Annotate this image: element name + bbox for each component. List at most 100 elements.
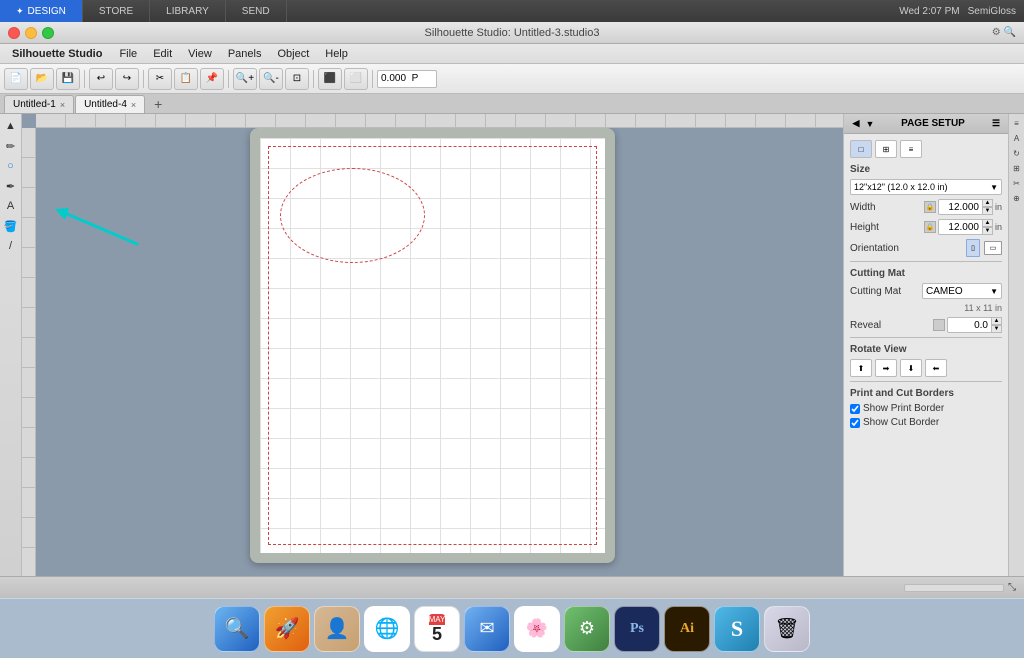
title-bar: Silhouette Studio: Untitled-3.studio3 ⚙ … — [0, 22, 1024, 44]
undo-button[interactable]: ↩ — [89, 68, 113, 90]
panel-toggle-4[interactable]: ⊞ — [1010, 161, 1024, 175]
text-tool[interactable]: A — [2, 197, 20, 215]
portrait-button[interactable]: ▯ — [966, 239, 980, 257]
reveal-decrement-button[interactable]: ▼ — [992, 325, 1002, 333]
width-decrement-button[interactable]: ▼ — [983, 207, 993, 215]
cutting-mat-value: CAMEO — [926, 286, 963, 297]
height-increment-button[interactable]: ▲ — [983, 219, 993, 227]
panel-toggle-5[interactable]: ✂ — [1010, 176, 1024, 190]
reveal-icon — [933, 319, 945, 331]
nav-send-button[interactable]: SEND — [226, 0, 287, 22]
fill-tool[interactable]: 🪣 — [2, 217, 20, 235]
landscape-button[interactable]: ▭ — [984, 241, 1002, 255]
height-label: Height — [850, 222, 924, 233]
dock-contacts-icon[interactable]: 👤 — [314, 606, 360, 652]
zoom-in-button[interactable]: 🔍+ — [233, 68, 257, 90]
paste-button[interactable]: 📌 — [200, 68, 224, 90]
coordinate-input[interactable] — [377, 70, 437, 88]
panel-toggle-1[interactable]: ≡ — [1010, 116, 1024, 130]
ellipse-shape[interactable] — [280, 168, 425, 263]
panel-toggle-2[interactable]: A — [1010, 131, 1024, 145]
pencil-tool[interactable]: ✒ — [2, 177, 20, 195]
dock-silhouette-icon[interactable]: ⚙ — [564, 606, 610, 652]
nav-send-label: SEND — [242, 6, 270, 17]
cutting-mat-dropdown[interactable]: CAMEO ▼ — [922, 283, 1002, 299]
dock-mail-icon[interactable]: ✉ — [464, 606, 510, 652]
tab-untitled-1[interactable]: Untitled-1 × — [4, 95, 74, 113]
nav-design-button[interactable]: ✦ DESIGN — [0, 0, 83, 22]
dock-launchpad-icon[interactable]: 🚀 — [264, 606, 310, 652]
dock-chrome-icon[interactable]: 🌐 — [364, 606, 410, 652]
dock-calendar-icon[interactable]: MAY 5 — [414, 606, 460, 652]
draw-tool[interactable]: ✏ — [2, 137, 20, 155]
dock-silhouette2-icon[interactable]: S — [714, 606, 760, 652]
menu-object[interactable]: Object — [270, 46, 316, 62]
width-input[interactable] — [938, 199, 983, 215]
size-dropdown[interactable]: 12"x12" (12.0 x 12.0 in) ▼ — [850, 179, 1002, 195]
silhouette-symbol: ⚙ — [579, 618, 595, 639]
tab-untitled-4[interactable]: Untitled-4 × — [75, 95, 145, 113]
panel-title: PAGE SETUP — [901, 118, 965, 129]
copy-button[interactable]: 📋 — [174, 68, 198, 90]
redo-button[interactable]: ↪ — [115, 68, 139, 90]
group-button[interactable]: ⬜ — [344, 68, 368, 90]
ellipse-tool[interactable]: ○ — [2, 157, 20, 175]
menu-view[interactable]: View — [181, 46, 219, 62]
minimize-button[interactable] — [25, 27, 37, 39]
save-button[interactable]: 💾 — [56, 68, 80, 90]
align-button[interactable]: ⬛ — [318, 68, 342, 90]
panel-menu-button[interactable]: ☰ — [990, 118, 1002, 130]
width-lock-icon[interactable]: 🔒 — [924, 201, 936, 213]
close-button[interactable] — [8, 27, 20, 39]
nav-store-button[interactable]: STORE — [83, 0, 150, 22]
height-input[interactable] — [938, 219, 983, 235]
width-increment-button[interactable]: ▲ — [983, 199, 993, 207]
dock-trash-icon[interactable]: 🗑 — [764, 606, 810, 652]
menu-edit[interactable]: Edit — [146, 46, 179, 62]
rotate-90-button[interactable]: ➡ — [875, 359, 897, 377]
cut-button[interactable]: ✂ — [148, 68, 172, 90]
nav-design-label: DESIGN — [28, 6, 66, 17]
panel-toggle-3[interactable]: ↻ — [1010, 146, 1024, 160]
rotate-0-button[interactable]: ⬆ — [850, 359, 872, 377]
reveal-input[interactable] — [947, 317, 992, 333]
orientation-label: Orientation — [850, 243, 966, 254]
paper-area[interactable] — [260, 138, 605, 553]
canvas-area[interactable] — [22, 114, 843, 576]
dock-finder-icon[interactable]: 🔍 — [214, 606, 260, 652]
tab-2-close[interactable]: × — [131, 100, 136, 110]
menu-help[interactable]: Help — [318, 46, 355, 62]
reveal-increment-button[interactable]: ▲ — [992, 317, 1002, 325]
knife-tool[interactable]: / — [2, 237, 20, 255]
select-tool[interactable]: ▲ — [2, 117, 20, 135]
rotate-180-button[interactable]: ⬇ — [900, 359, 922, 377]
tab-1-close[interactable]: × — [60, 100, 65, 110]
zoom-corners[interactable]: ⤡ — [1008, 582, 1016, 593]
scroll-bar-bottom[interactable] — [904, 584, 1004, 592]
maximize-button[interactable] — [42, 27, 54, 39]
zoom-out-button[interactable]: 🔍- — [259, 68, 283, 90]
height-field-row: Height 🔒 ▲ ▼ in — [850, 219, 1002, 235]
view-single-button[interactable]: □ — [850, 140, 872, 158]
show-cut-checkbox[interactable] — [850, 418, 860, 428]
zoom-fit-button[interactable]: ⊡ — [285, 68, 309, 90]
panel-close-button[interactable]: ▼ — [864, 118, 876, 130]
show-print-checkbox[interactable] — [850, 404, 860, 414]
new-button[interactable]: 📄 — [4, 68, 28, 90]
rotate-270-button[interactable]: ⬅ — [925, 359, 947, 377]
view-grid-button[interactable]: ⊞ — [875, 140, 897, 158]
dock-illustrator-icon[interactable]: Ai — [664, 606, 710, 652]
height-decrement-button[interactable]: ▼ — [983, 227, 993, 235]
nav-library-button[interactable]: LIBRARY — [150, 0, 226, 22]
panel-prev-button[interactable]: ◀ — [850, 118, 862, 130]
menu-panels[interactable]: Panels — [221, 46, 269, 62]
dock-photoshop-icon[interactable]: Ps — [614, 606, 660, 652]
new-tab-button[interactable]: + — [146, 95, 170, 113]
view-list-button[interactable]: ≡ — [900, 140, 922, 158]
open-button[interactable]: 📂 — [30, 68, 54, 90]
height-lock-icon[interactable]: 🔒 — [924, 221, 936, 233]
dock-photos-icon[interactable]: 🌸 — [514, 606, 560, 652]
menu-file[interactable]: File — [112, 46, 144, 62]
app-name[interactable]: Silhouette Studio — [4, 46, 110, 62]
panel-toggle-6[interactable]: ⊕ — [1010, 191, 1024, 205]
